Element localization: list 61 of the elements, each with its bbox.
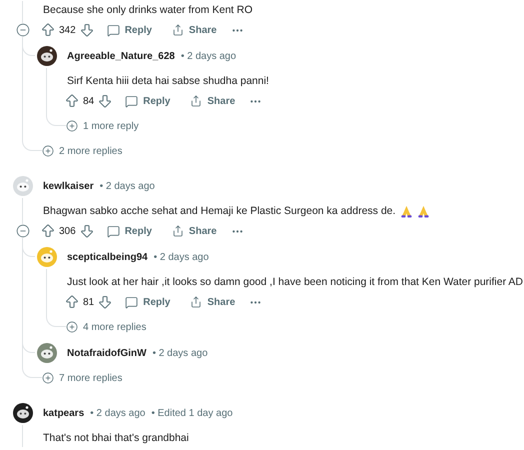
share-button[interactable]: Share [184,292,242,312]
comment-time: • 2 days ago [154,252,209,262]
edited-note: • Edited 1 day ago [151,408,233,418]
comment-text: That's not bhai that's grandbhai [43,431,189,446]
plus-icon [66,120,78,132]
plus-icon [42,372,54,384]
user-avatar[interactable] [37,46,57,66]
reply-button[interactable]: Reply [119,91,176,111]
comment-icon [125,94,138,108]
vote-count: 84 [83,96,94,106]
share-icon [172,24,184,36]
downvote-button[interactable] [78,22,95,38]
upvote-button[interactable] [64,294,80,310]
downvote-button[interactable] [97,294,114,310]
minus-icon [16,23,30,37]
folded-hands-icon [416,204,430,218]
username[interactable]: Agreeable_Nature_628 [67,50,175,62]
comment-time: • 2 days ago [152,348,208,358]
minus-icon [16,224,30,238]
vote-count: 342 [59,24,76,36]
comment-text: Just look at her hair ,it looks so damn good ,I have been noticing it from that Ken Water purifier AD [67,275,524,290]
upvote-button[interactable] [64,93,80,109]
share-button[interactable]: Share [184,91,242,111]
comment-time: • 2 days ago [100,180,155,192]
username[interactable]: scepticalbeing94 [67,252,148,262]
username[interactable]: kewlkaiser [43,180,94,192]
comment-text: Because she only drinks water from Kent RO [43,3,253,18]
downvote-button[interactable] [97,93,114,109]
more-replies-button[interactable]: 4 more replies [66,321,146,333]
folded-hands-icon [400,204,413,218]
more-replies-button[interactable]: 2 more replies [42,145,122,157]
comment-time: • 2 days ago [90,408,146,418]
username[interactable]: NotafraidofGinW [67,348,146,358]
more-replies-button[interactable]: 7 more replies [42,372,122,384]
reply-button[interactable]: Reply [100,20,158,40]
username[interactable]: katpears [43,408,84,418]
reply-button[interactable]: Reply [100,221,158,241]
collapse-button[interactable] [16,23,30,37]
share-button[interactable]: Share [166,20,223,40]
comment-icon [125,296,138,308]
vote-count: 306 [59,226,76,236]
share-icon [172,225,184,237]
upvote-button[interactable] [40,223,56,239]
share-icon [190,296,202,308]
downvote-button[interactable] [78,223,95,239]
share-button[interactable]: Share [166,221,223,241]
vote-count: 81 [83,296,94,308]
thread-line [22,425,23,447]
plus-icon [66,321,78,333]
comment-time: • 2 days ago [180,50,236,62]
share-icon [190,95,202,107]
comment-text: Bhagwan sabko acche sehat and Hemaji ke Plastic Surgeon ka address de. [43,204,396,219]
comment-text: Sirf Kenta hiii deta hai sabse shudha panni! [67,74,269,89]
collapse-button[interactable] [16,224,30,238]
more-replies-button[interactable]: 1 more reply [66,120,139,132]
upvote-button[interactable] [40,22,56,38]
user-avatar[interactable] [13,403,33,423]
reply-button[interactable]: Reply [119,292,176,312]
plus-icon [42,145,54,157]
comment-icon [106,224,120,238]
comment-icon [106,24,120,36]
